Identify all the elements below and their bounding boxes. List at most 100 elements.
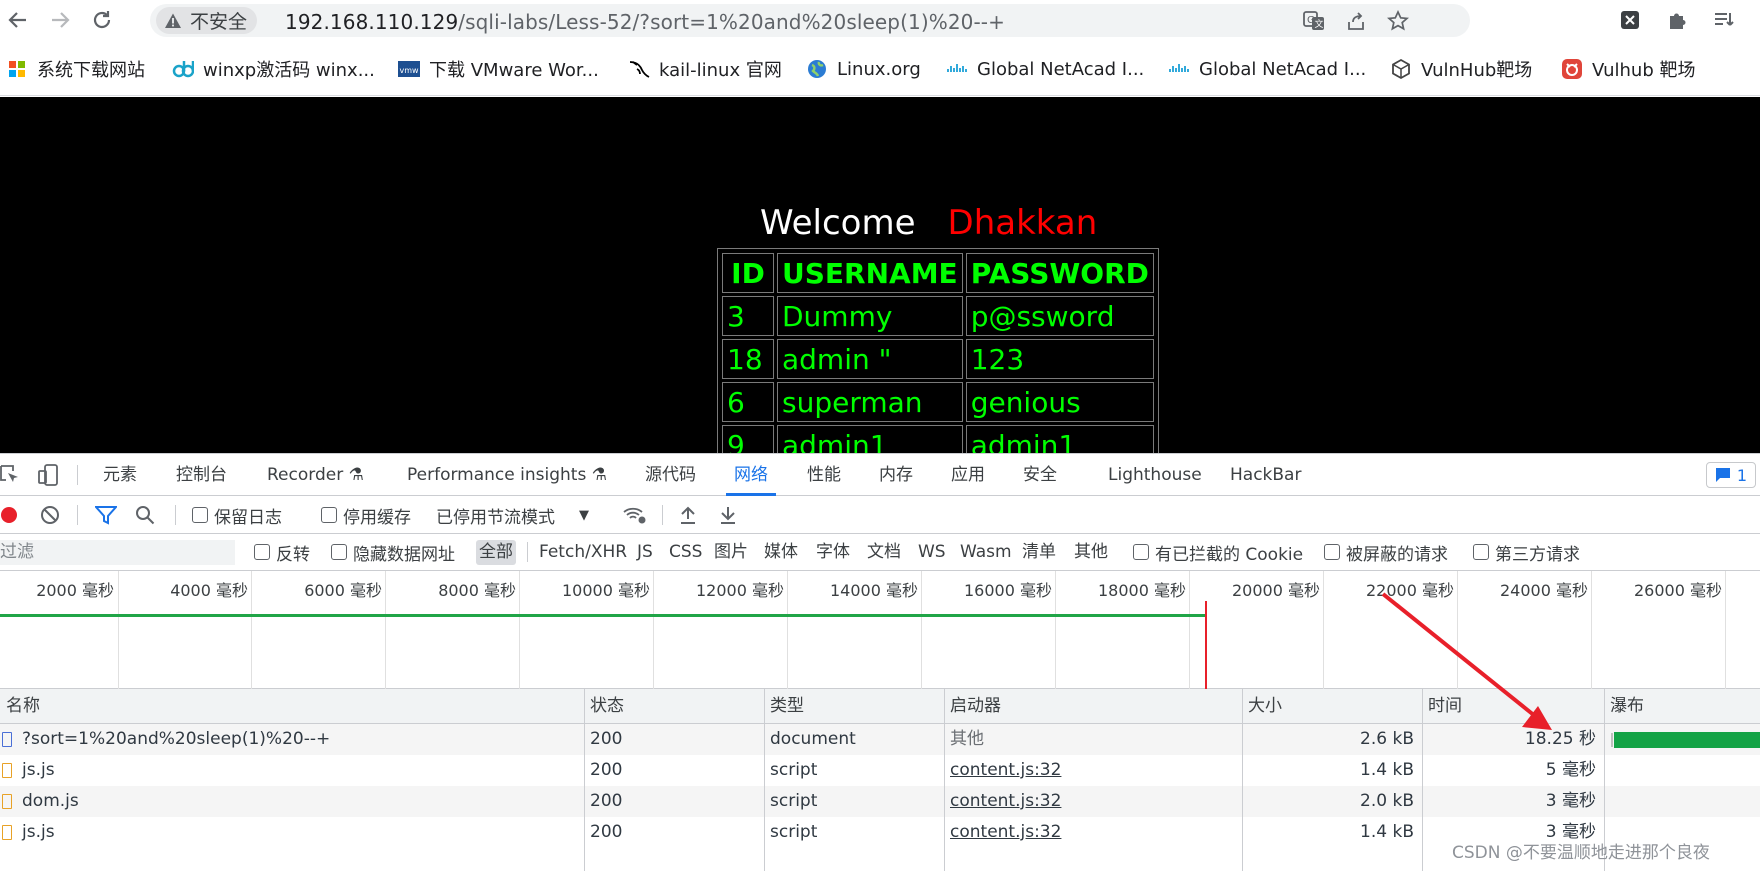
column-divider[interactable]	[764, 689, 765, 871]
filter-type-img[interactable]: 图片	[711, 540, 751, 565]
filter-type-doc[interactable]: 文档	[864, 540, 904, 565]
bookmark-5[interactable]: Global NetAcad I...	[946, 56, 1144, 82]
filter-type-fetch-xhr[interactable]: Fetch/XHR	[536, 540, 630, 565]
column-header-name[interactable]: 名称	[0, 689, 40, 724]
column-header-size[interactable]: 大小	[1242, 689, 1282, 724]
tab-sources[interactable]: 源代码	[637, 454, 704, 496]
request-initiator-link[interactable]: content.js:32	[944, 817, 1061, 848]
timeline-tick-label: 20000 毫秒	[1232, 581, 1320, 600]
vmw-icon: vmw	[398, 58, 420, 80]
bookmark-3[interactable]: kail-linux 官网	[628, 56, 782, 82]
record-button[interactable]	[0, 503, 20, 527]
preserve-log-checkbox[interactable]: 保留日志	[192, 503, 282, 528]
share-button[interactable]	[1344, 9, 1368, 33]
cell-username: admin "	[777, 339, 963, 379]
tab-network[interactable]: 网络	[726, 454, 776, 496]
filter-toggle-button[interactable]	[95, 503, 117, 527]
security-chip[interactable]: 不安全	[156, 7, 258, 34]
issues-badge[interactable]: 1	[1706, 462, 1756, 488]
forward-button[interactable]	[44, 4, 76, 36]
bookmark-8[interactable]: Vulhub 靶场	[1561, 56, 1695, 82]
column-divider[interactable]	[1242, 689, 1243, 871]
reload-button[interactable]	[86, 4, 118, 36]
disable-cache-checkbox[interactable]: 停用缓存	[321, 503, 411, 528]
bookmark-4[interactable]: Linux.org	[806, 56, 921, 82]
record-icon	[1, 507, 17, 523]
timeline-gridline	[519, 571, 520, 689]
tab-memory[interactable]: 内存	[871, 454, 921, 496]
request-initiator-link[interactable]: content.js:32	[944, 786, 1061, 817]
filter-type-media[interactable]: 媒体	[761, 540, 801, 565]
table-row[interactable]: dom.js 200 script content.js:32 2.0 kB 3…	[0, 786, 1760, 817]
blocked-cookies-checkbox[interactable]: 有已拦截的 Cookie	[1133, 540, 1303, 565]
bookmark-0[interactable]: 系统下载网站	[6, 56, 145, 82]
tab-console[interactable]: 控制台	[168, 454, 235, 496]
request-initiator-link[interactable]: content.js:32	[944, 755, 1061, 786]
bookmark-6[interactable]: Global NetAcad I...	[1168, 56, 1366, 82]
throttling-select[interactable]: 已停用节流模式 ▼	[436, 503, 589, 528]
timeline-gridline	[653, 571, 654, 689]
column-divider[interactable]	[1422, 689, 1423, 871]
column-header-initiator[interactable]: 启动器	[944, 689, 1001, 724]
network-overview-timeline[interactable]: 2000 毫秒 4000 毫秒 6000 毫秒 8000 毫秒 10000 毫秒…	[0, 571, 1760, 689]
bookmark-label: Vulhub 靶场	[1592, 60, 1696, 81]
import-har-button[interactable]	[678, 503, 698, 527]
url-text[interactable]: 192.168.110.129/sqli-labs/Less-52/?sort=…	[285, 10, 1005, 34]
filter-type-manifest[interactable]: 清单	[1019, 540, 1059, 565]
table-row[interactable]: js.js 200 script content.js:32 1.4 kB 5 …	[0, 755, 1760, 786]
extension-x-button[interactable]	[1616, 6, 1644, 34]
page-viewport: Welcome Dhakkan ID USERNAME PASSWORD 3 Du…	[0, 97, 1760, 453]
clear-button[interactable]	[40, 503, 60, 527]
translate-button[interactable]: G文	[1302, 9, 1326, 33]
third-party-checkbox[interactable]: 第三方请求	[1473, 540, 1580, 565]
export-har-button[interactable]	[718, 503, 738, 527]
inspect-button[interactable]	[0, 463, 20, 487]
filter-type-css[interactable]: CSS	[666, 540, 705, 565]
bookmark-2[interactable]: vmw 下载 VMware Wor...	[398, 56, 599, 82]
device-toolbar-button[interactable]	[38, 463, 60, 487]
upload-icon	[681, 506, 695, 524]
tab-hackbar[interactable]: HackBar	[1222, 454, 1309, 496]
tab-application[interactable]: 应用	[943, 454, 993, 496]
cell-username: admin1	[777, 425, 963, 453]
column-header-type[interactable]: 类型	[764, 689, 804, 724]
back-button[interactable]	[2, 4, 34, 36]
filter-type-all[interactable]: 全部	[476, 540, 516, 565]
filter-type-js[interactable]: JS	[634, 540, 656, 565]
timeline-gridline	[1725, 571, 1726, 689]
hide-data-urls-checkbox[interactable]: 隐藏数据网址	[331, 540, 455, 565]
filter-type-wasm[interactable]: Wasm	[957, 540, 1015, 565]
bookmark-1[interactable]: winxp激活码 winx...	[172, 56, 375, 82]
tab-lighthouse[interactable]: Lighthouse	[1100, 454, 1210, 496]
column-divider[interactable]	[944, 689, 945, 871]
bookmark-7[interactable]: VulnHub靶场	[1390, 56, 1532, 82]
request-name: js.js	[22, 822, 55, 842]
tab-recorder[interactable]: Recorder ⚗	[259, 454, 372, 496]
filter-type-font[interactable]: 字体	[813, 540, 853, 565]
tab-security[interactable]: 安全	[1015, 454, 1065, 496]
extensions-button[interactable]	[1664, 6, 1692, 34]
reading-list-button[interactable]	[1710, 6, 1738, 34]
checkbox-box	[321, 507, 337, 523]
column-divider[interactable]	[584, 689, 585, 871]
table-row[interactable]: ?sort=1%20and%20sleep(1)%20--+ 200 docum…	[0, 724, 1760, 755]
address-bar[interactable]: 不安全 192.168.110.129/sqli-labs/Less-52/?s…	[150, 4, 1470, 37]
translate-icon: G文	[1303, 11, 1324, 30]
checkbox-box	[331, 544, 347, 560]
filter-type-other[interactable]: 其他	[1071, 540, 1111, 565]
filter-input[interactable]: 过滤	[0, 540, 235, 565]
column-header-waterfall[interactable]: 瀑布	[1604, 689, 1644, 724]
column-header-status[interactable]: 状态	[584, 689, 624, 724]
request-time: 3 毫秒	[1545, 791, 1596, 811]
tab-elements[interactable]: 元素	[95, 454, 145, 496]
tab-performance-insights[interactable]: Performance insights ⚗	[399, 454, 615, 496]
invert-checkbox[interactable]: 反转	[254, 540, 310, 565]
column-header-time[interactable]: 时间	[1422, 689, 1462, 724]
request-time: 18.25 秒	[1524, 729, 1596, 749]
bookmark-star-button[interactable]	[1386, 9, 1410, 33]
search-button[interactable]	[135, 503, 155, 527]
network-conditions-button[interactable]	[622, 503, 648, 527]
tab-performance[interactable]: 性能	[799, 454, 849, 496]
blocked-requests-checkbox[interactable]: 被屏蔽的请求	[1324, 540, 1448, 565]
filter-type-ws[interactable]: WS	[915, 540, 949, 565]
